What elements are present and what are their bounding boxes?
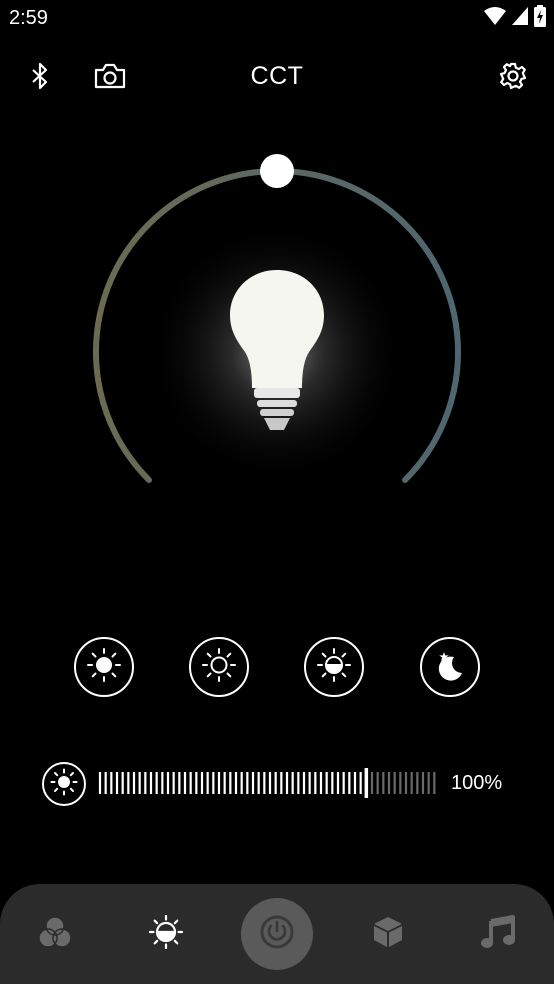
brightness-button[interactable] [42,762,86,806]
cube-icon [372,915,404,954]
color-circles-icon [37,915,73,954]
status-icons [484,4,546,32]
preset-row [0,637,554,699]
half-sun-preset[interactable] [304,637,364,697]
sun-filled-icon [86,647,122,688]
battery-charging-icon [534,4,546,32]
cct-dial[interactable] [80,152,474,546]
nav-scene-mode[interactable] [348,884,428,984]
power-button[interactable] [241,898,313,970]
bright-sun-preset[interactable] [74,637,134,697]
dial-knob[interactable] [260,154,294,188]
sun-outline-icon [201,647,237,688]
status-time: 2:59 [9,7,48,29]
bottom-nav [0,884,554,984]
music-note-icon [481,914,515,954]
sun-outline-preset[interactable] [189,637,249,697]
page-title: CCT [250,62,304,90]
wifi-icon [484,6,506,30]
moon-star-icon [432,647,468,688]
brightness-icon [50,768,78,801]
nav-music-mode[interactable] [458,884,538,984]
nav-cct-mode[interactable] [126,884,206,984]
gear-icon [499,62,527,95]
cct-icon [148,914,184,955]
brightness-slider[interactable] [98,768,438,798]
nav-rgb-mode[interactable] [15,884,95,984]
sun-half-icon [316,647,352,688]
app-header: CCT [0,50,554,104]
status-bar: 2:59 [0,0,554,38]
cct-dial-graphic [93,154,461,483]
brightness-row: 100% [0,760,554,806]
brightness-value: 100% [451,772,503,794]
brightness-ticks [98,768,436,798]
cellular-signal-icon [512,6,528,30]
settings-button[interactable] [493,58,533,98]
power-icon [259,914,295,955]
night-preset[interactable] [420,637,480,697]
